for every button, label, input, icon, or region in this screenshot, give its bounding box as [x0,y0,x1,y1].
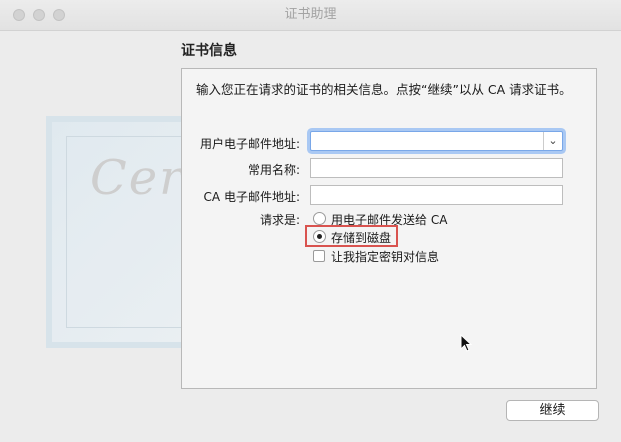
window-title: 证书助理 [284,7,337,22]
specify-key-label[interactable]: 让我指定密钥对信息 [331,248,439,265]
ca-email-label: CA 电子邮件地址: [203,190,300,204]
annotation-highlight-box [305,225,398,247]
mouse-cursor-icon [460,334,473,352]
continue-button[interactable]: 继续 [506,400,599,421]
request-label: 请求是: [259,213,300,227]
common-name-label: 常用名称: [247,163,300,177]
section-title: 证书信息 [181,43,237,59]
ca-email-field[interactable] [310,185,563,205]
certificate-assistant-window: 证书助理 Certificate 证书信息 输入您正在请求的证书的相关信息。点按… [0,0,621,442]
instructions-text: 输入您正在请求的证书的相关信息。点按“继续”以从 CA 请求证书。 [196,82,572,97]
chevron-down-icon[interactable]: ⌄ [543,132,562,150]
email-field[interactable]: ⌄ [310,131,563,151]
common-name-field[interactable] [310,158,563,178]
title-bar: 证书助理 [0,0,621,31]
radio-email-to-ca[interactable] [313,212,326,225]
specify-key-checkbox[interactable] [313,250,325,262]
email-label: 用户电子邮件地址: [199,137,300,151]
